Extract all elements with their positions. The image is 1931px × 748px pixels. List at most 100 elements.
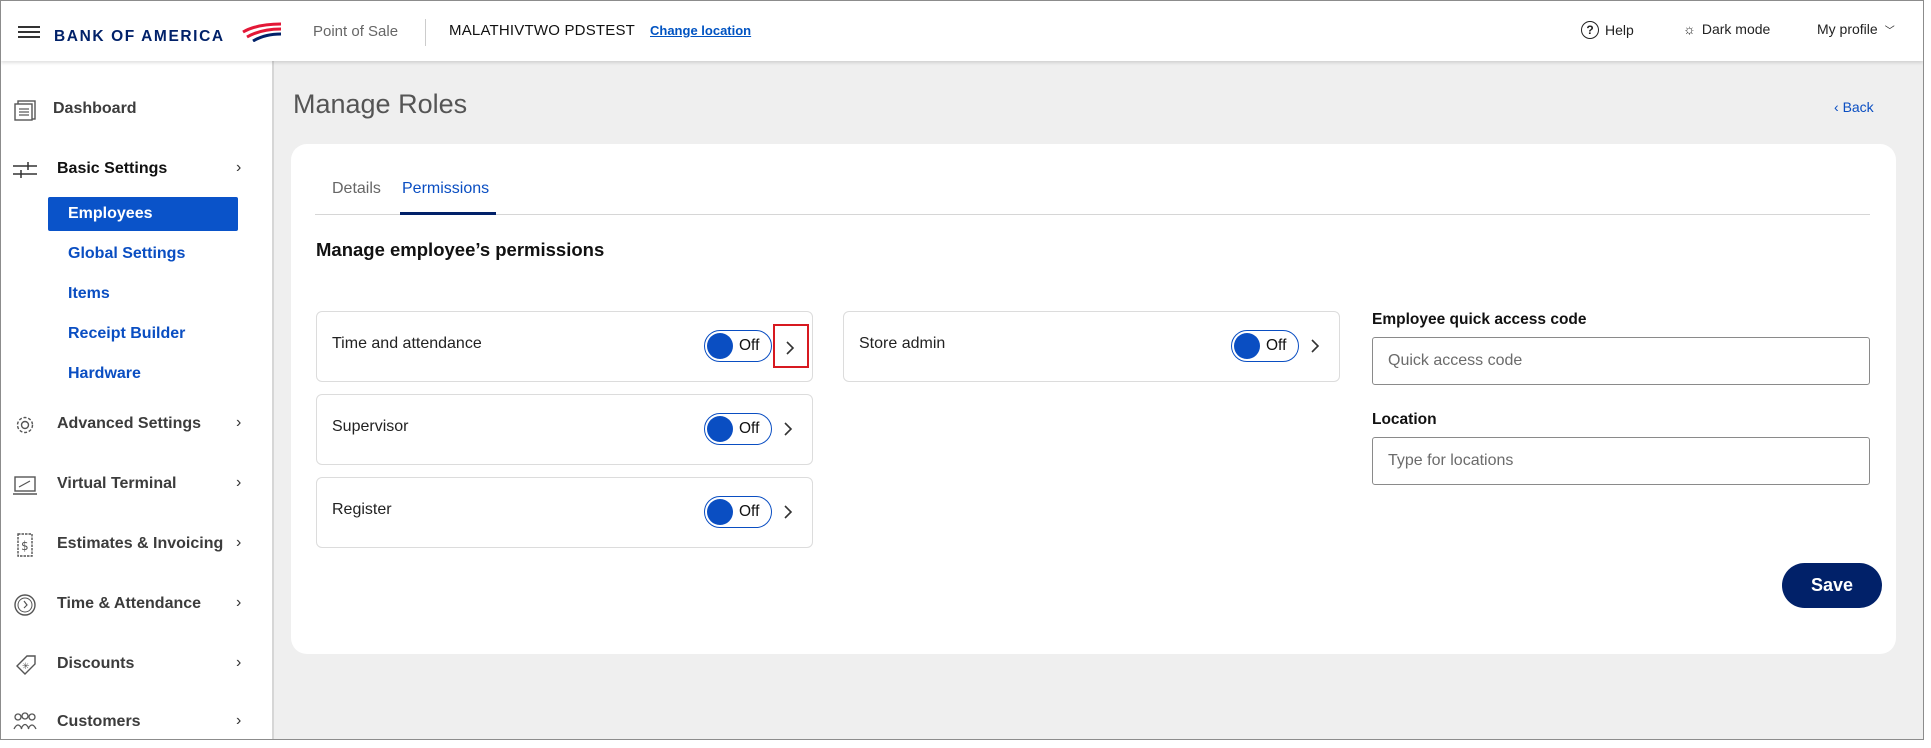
customers-icon — [13, 712, 37, 730]
chevron-right-icon: › — [236, 414, 242, 431]
toggle-state: Off — [1266, 337, 1287, 354]
permission-label: Store admin — [859, 335, 946, 352]
quick-access-code-label: Employee quick access code — [1372, 311, 1587, 328]
change-location-link[interactable]: Change location — [650, 23, 751, 38]
chevron-right-icon: › — [236, 594, 242, 611]
sidebar-label-discounts: Discounts — [57, 655, 135, 672]
help-question-icon: ? — [1581, 21, 1599, 39]
sidebar-subitem-items[interactable]: Items — [48, 277, 238, 311]
permission-label: Supervisor — [332, 418, 409, 435]
tab-permissions[interactable]: Permissions — [402, 180, 489, 198]
sidebar-label-virtual-terminal: Virtual Terminal — [57, 475, 177, 492]
sidebar-subitem-label: Items — [68, 285, 110, 302]
supervisor-expand-button[interactable] — [773, 407, 809, 451]
sidebar-label-time-attendance: Time & Attendance — [57, 595, 202, 612]
help-label: Help — [1605, 22, 1634, 38]
store-admin-expand-button[interactable] — [1300, 324, 1336, 368]
register-expand-button[interactable] — [773, 490, 809, 534]
sidebar-item-time-attendance[interactable]: Time & Attendance › — [1, 584, 272, 624]
time-attendance-toggle[interactable]: Off — [704, 330, 772, 362]
save-button[interactable]: Save — [1782, 563, 1882, 608]
sun-moon-icon: ☼ — [1683, 21, 1696, 37]
toggle-knob — [707, 415, 733, 442]
chevron-right-icon: › — [236, 654, 242, 671]
terminal-icon — [13, 476, 37, 495]
sidebar-subitem-hardware[interactable]: Hardware — [48, 357, 238, 391]
sidebar-label-dashboard: Dashboard — [53, 100, 137, 117]
supervisor-toggle[interactable]: Off — [704, 413, 772, 445]
sidebar: Dashboard Basic Settings › Employees Glo… — [1, 61, 274, 739]
merchant-name: MALATHIVTWO PDSTEST — [449, 22, 636, 39]
store-admin-toggle[interactable]: Off — [1231, 330, 1299, 362]
sliders-icon — [13, 162, 37, 178]
dark-mode-label: Dark mode — [1701, 21, 1771, 37]
chevron-right-icon: › — [236, 712, 242, 729]
svg-text:✳: ✳ — [22, 662, 30, 672]
hamburger-menu-icon[interactable] — [18, 26, 40, 38]
app-name: Point of Sale — [313, 23, 399, 40]
sidebar-item-virtual-terminal[interactable]: Virtual Terminal › — [1, 464, 272, 504]
permission-row-time-attendance: Time and attendance Off — [316, 311, 813, 382]
permission-row-register: Register Off — [316, 477, 813, 548]
svg-text:$: $ — [21, 539, 29, 553]
bank-flag-logo-icon — [242, 22, 282, 42]
header-divider — [425, 19, 426, 46]
permission-label: Time and attendance — [332, 335, 482, 352]
register-toggle[interactable]: Off — [704, 496, 772, 528]
toggle-knob — [707, 332, 733, 359]
top-header: BANK OF AMERICA Point of Sale MALATHIVTW… — [1, 1, 1923, 61]
time-attendance-expand-button[interactable] — [773, 324, 809, 368]
sidebar-item-customers[interactable]: Customers › — [1, 702, 272, 739]
chevron-right-icon — [784, 422, 793, 436]
sidebar-item-discounts[interactable]: ✳ Discounts › — [1, 644, 272, 684]
sidebar-subitem-receipt-builder[interactable]: Receipt Builder — [48, 317, 238, 351]
invoice-icon: $ — [17, 533, 33, 557]
sidebar-item-basic-settings[interactable]: Basic Settings › — [1, 149, 272, 189]
toggle-state: Off — [739, 337, 760, 354]
chevron-down-icon: ﹀ — [1884, 25, 1895, 37]
sidebar-item-estimates-invoicing[interactable]: $ Estimates & Invoicing › — [1, 524, 272, 564]
sidebar-subitem-employees[interactable]: Employees — [48, 197, 238, 231]
sidebar-label-customers: Customers — [57, 713, 141, 730]
app-window: BANK OF AMERICA Point of Sale MALATHIVTW… — [0, 0, 1924, 740]
section-title: Manage employee’s permissions — [316, 239, 605, 260]
sidebar-subitem-label: Employees — [68, 205, 153, 222]
page-title: Manage Roles — [293, 89, 468, 119]
chevron-right-icon: › — [236, 534, 242, 551]
gear-icon — [16, 416, 34, 434]
sidebar-label-advanced-settings: Advanced Settings — [57, 415, 202, 432]
chevron-right-icon: › — [236, 159, 242, 176]
permission-row-store-admin: Store admin Off — [843, 311, 1340, 382]
chevron-right-icon: › — [236, 474, 242, 491]
tab-details[interactable]: Details — [332, 180, 381, 198]
dark-mode-button[interactable]: ☼ Dark mode — [1683, 21, 1770, 37]
my-profile-label: My profile — [1817, 21, 1878, 37]
sidebar-label-estimates-invoicing: Estimates & Invoicing — [57, 535, 224, 552]
location-label: Location — [1372, 411, 1437, 428]
location-input[interactable] — [1372, 437, 1870, 485]
sidebar-item-dashboard[interactable]: Dashboard — [1, 89, 272, 129]
sidebar-item-advanced-settings[interactable]: Advanced Settings › — [1, 404, 272, 444]
manage-roles-card: Details Permissions Manage employee’s pe… — [291, 144, 1896, 654]
permission-row-supervisor: Supervisor Off — [316, 394, 813, 465]
clock-icon — [14, 594, 36, 616]
toggle-state: Off — [739, 420, 760, 437]
chevron-right-icon — [784, 505, 793, 519]
tag-icon: ✳ — [16, 655, 36, 675]
permission-label: Register — [332, 501, 392, 518]
toggle-knob — [1234, 332, 1260, 359]
sidebar-subitem-label: Global Settings — [68, 245, 186, 262]
quick-access-code-input[interactable] — [1372, 337, 1870, 385]
sidebar-subitem-label: Hardware — [68, 365, 141, 382]
chevron-right-icon — [786, 341, 795, 355]
back-link[interactable]: ‹ Back — [1834, 99, 1874, 115]
sidebar-label-basic-settings: Basic Settings — [57, 160, 168, 177]
back-label: Back — [1842, 99, 1874, 115]
my-profile-menu[interactable]: My profile ﹀ — [1817, 21, 1895, 37]
sidebar-subitem-label: Receipt Builder — [68, 325, 186, 342]
chevron-right-icon — [1311, 339, 1320, 353]
chevron-left-icon: ‹ — [1834, 99, 1843, 115]
toggle-state: Off — [739, 503, 760, 520]
help-button[interactable]: ? Help — [1581, 21, 1634, 39]
sidebar-subitem-global-settings[interactable]: Global Settings — [48, 237, 238, 271]
